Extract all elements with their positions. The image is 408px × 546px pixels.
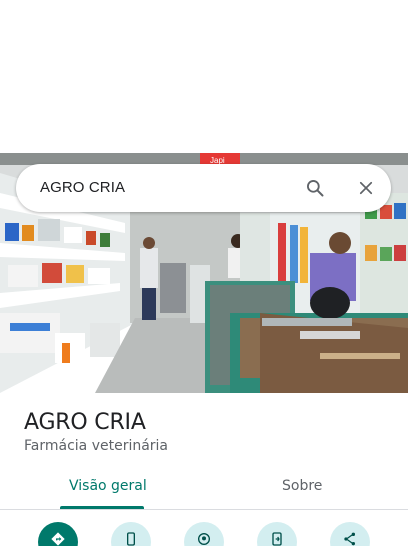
map-blank-area xyxy=(0,0,408,153)
send-to-phone-button[interactable] xyxy=(257,522,297,546)
search-icon[interactable] xyxy=(302,175,328,201)
send-to-phone-icon xyxy=(269,531,285,546)
nearby-icon xyxy=(196,531,212,546)
search-input[interactable]: AGRO CRIA xyxy=(40,179,125,196)
close-icon[interactable] xyxy=(353,175,379,201)
phone-icon xyxy=(123,531,139,546)
nearby-button[interactable] xyxy=(184,522,224,546)
tabs-divider xyxy=(0,509,408,510)
search-bar[interactable]: AGRO CRIA xyxy=(16,164,391,212)
tab-overview[interactable]: Visão geral xyxy=(69,478,147,494)
action-buttons-row xyxy=(0,522,408,546)
place-title: AGRO CRIA xyxy=(24,410,146,435)
share-button[interactable] xyxy=(330,522,370,546)
call-button[interactable] xyxy=(111,522,151,546)
place-tabs: Visão geral Sobre xyxy=(0,470,408,510)
share-icon xyxy=(342,531,358,546)
tab-about[interactable]: Sobre xyxy=(282,478,322,494)
directions-icon xyxy=(50,531,66,546)
place-category: Farmácia veterinária xyxy=(24,438,169,454)
directions-button[interactable] xyxy=(38,522,78,546)
